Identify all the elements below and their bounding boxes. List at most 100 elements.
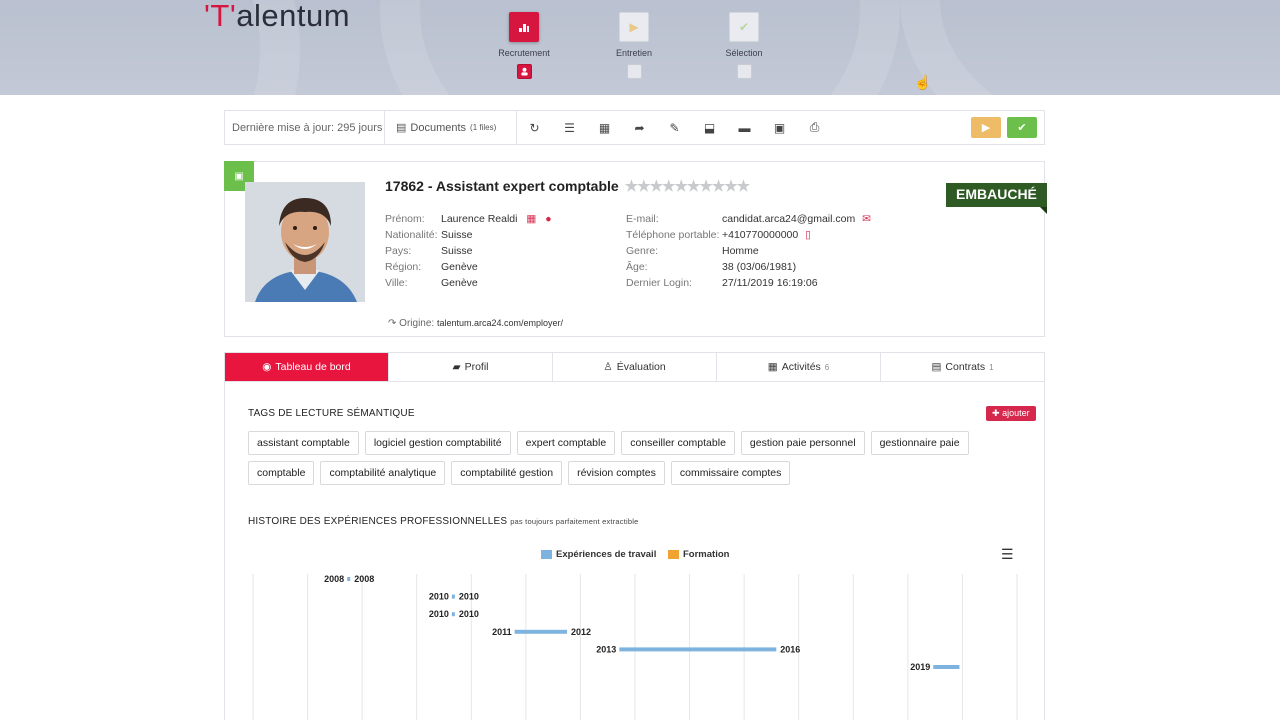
- inbox-icon[interactable]: ⬓: [692, 111, 727, 144]
- tab-label: Activités: [781, 361, 821, 373]
- origin-value[interactable]: talentum.arca24.com/employer/: [437, 318, 563, 328]
- bar-end-label: 2010: [459, 592, 479, 602]
- profile-tabs: ◉ Tableau de bord ▰ Profil ♙ Évaluation ▦ Ac…: [224, 352, 1045, 382]
- pencil-icon[interactable]: ✎: [657, 111, 692, 144]
- award-icon: ♙: [603, 361, 613, 373]
- timeline-bar[interactable]: [347, 577, 351, 581]
- origin-line: ↷ Origine: talentum.arca24.com/employer/: [388, 318, 563, 329]
- timeline-bar[interactable]: [451, 594, 455, 599]
- tag-chip[interactable]: gestion paie personnel: [740, 431, 865, 455]
- talentum-logo[interactable]: 'T'alentum: [204, 0, 350, 34]
- calendar-icon[interactable]: ▦: [526, 213, 536, 225]
- tags-section-title: TAGS DE LECTURE SÉMANTIQUE: [248, 408, 415, 419]
- history-title: HISTOIRE DES EXPÉRIENCES PROFESSIONNELLE…: [248, 516, 508, 527]
- field-region: Région: Genève: [385, 261, 478, 273]
- tag-chip[interactable]: expert comptable: [516, 431, 616, 455]
- bar-end-label: 2016: [780, 644, 800, 654]
- mobile-icon[interactable]: ▯: [805, 229, 811, 241]
- field-value[interactable]: candidat.arca24@gmail.com: [722, 213, 855, 225]
- field-telephone: Téléphone portable: +410770000000 ▯: [626, 229, 811, 241]
- field-key: Pays:: [385, 245, 412, 257]
- field-value: 38 (03/06/1981): [722, 261, 797, 273]
- stage-checkbox[interactable]: [736, 64, 752, 79]
- play-icon: ▶: [619, 12, 649, 42]
- tag-chip[interactable]: assistant comptable: [248, 431, 359, 455]
- mail-icon[interactable]: ✉: [862, 213, 871, 225]
- share-icon[interactable]: ➦: [622, 111, 657, 144]
- field-value: +410770000000: [722, 229, 799, 241]
- field-key: Nationalité:: [385, 229, 438, 241]
- legend-item-work[interactable]: Expériences de travail: [541, 549, 656, 560]
- field-value: Laurence Realdi: [441, 213, 518, 225]
- stage-label: Sélection: [725, 48, 763, 58]
- tab-count: 1: [989, 362, 994, 372]
- tag-chip[interactable]: logiciel gestion comptabilité: [364, 431, 511, 455]
- tab-contrats[interactable]: ▤ Contrats 1: [881, 353, 1044, 381]
- add-tag-button[interactable]: ✚ ajouter: [986, 406, 1036, 421]
- newspaper-icon[interactable]: ▦: [587, 111, 622, 144]
- dashboard-icon: ◉: [262, 361, 272, 373]
- calendar-icon: ▦: [767, 361, 778, 373]
- stage-label: Entretien: [615, 48, 653, 58]
- experience-timeline-chart: 2008 2008 2010 2010 2010 2010 2011 2012 2013 2016…: [252, 574, 1018, 720]
- archive-icon[interactable]: ▬: [727, 111, 762, 144]
- rating-stars[interactable]: ★★★★★★★★★★: [625, 177, 750, 195]
- stage-selection[interactable]: ✔ Sélection: [694, 12, 794, 79]
- tag-chip[interactable]: révision comptes: [568, 461, 665, 485]
- tag-chip[interactable]: commissaire comptes: [670, 461, 791, 485]
- timeline-bar[interactable]: [514, 629, 567, 634]
- documents-button[interactable]: ▤ Documents (1 files): [385, 111, 517, 144]
- tags-list: assistant comptable logiciel gestion comp…: [248, 431, 1008, 485]
- logo-text: alentum: [236, 0, 351, 33]
- field-key: Ville:: [385, 277, 408, 289]
- arrow-icon: ↷: [388, 318, 397, 329]
- bar-start-label: 2019: [910, 662, 930, 672]
- next-stage-button[interactable]: ▶: [971, 117, 1001, 138]
- chart-menu-icon[interactable]: ☰: [1001, 546, 1014, 563]
- job-title: 17862 - Assistant expert comptable: [385, 178, 619, 194]
- tag-chip[interactable]: conseiller comptable: [621, 431, 735, 455]
- id-card-icon[interactable]: ▣: [762, 111, 797, 144]
- stage-checkbox[interactable]: [516, 64, 532, 79]
- field-nationalite: Nationalité: Suisse: [385, 229, 473, 241]
- tab-profil[interactable]: ▰ Profil: [389, 353, 553, 381]
- stage-recrutement[interactable]: Recrutement: [474, 12, 574, 79]
- stage-checkbox[interactable]: [626, 64, 642, 79]
- candidate-card: ▣ 17862 - Assistant expert comptable ★★★…: [224, 161, 1047, 337]
- tag-chip[interactable]: comptabilité gestion: [451, 461, 563, 485]
- tab-activites[interactable]: ▦ Activités 6: [717, 353, 881, 381]
- tab-label: Profil: [464, 361, 489, 373]
- hand-cursor-icon: ☝: [914, 74, 932, 90]
- legend-label: Expériences de travail: [556, 549, 657, 560]
- tag-chip[interactable]: comptabilité analytique: [320, 461, 446, 485]
- tab-tableau-de-bord[interactable]: ◉ Tableau de bord: [225, 353, 389, 381]
- timeline-bar[interactable]: [619, 647, 777, 652]
- bar-start-label: 2011: [492, 627, 512, 637]
- legend-swatch: [668, 550, 679, 559]
- field-value: Homme: [722, 245, 759, 257]
- legend-item-formation[interactable]: Formation: [668, 549, 729, 560]
- tab-evaluation[interactable]: ♙ Évaluation: [553, 353, 717, 381]
- bar-end-label: 2010: [459, 609, 479, 619]
- chat-icon[interactable]: ●: [545, 213, 551, 225]
- tag-chip[interactable]: gestionnaire paie: [870, 431, 969, 455]
- check-icon: ✔: [729, 12, 759, 42]
- bar-start-label: 2010: [429, 592, 449, 602]
- add-tag-label: ajouter: [1002, 408, 1030, 418]
- field-ville: Ville: Genève: [385, 277, 478, 289]
- play-icon: ▶: [981, 122, 991, 134]
- bar-start-label: 2010: [429, 609, 449, 619]
- refresh-icon[interactable]: ↻: [517, 111, 552, 144]
- timeline-bar[interactable]: [451, 612, 455, 617]
- validate-button[interactable]: ✔: [1007, 117, 1037, 138]
- stage-entretien[interactable]: ▶ Entretien: [584, 12, 684, 79]
- timeline-bar[interactable]: [933, 665, 960, 669]
- tag-chip[interactable]: comptable: [248, 461, 315, 485]
- field-key: Prénom:: [385, 213, 425, 225]
- field-prenom: Prénom: Laurence Realdi ▦ ●: [385, 213, 552, 225]
- dashboard-panel: TAGS DE LECTURE SÉMANTIQUE ✚ ajouter ass…: [224, 381, 1045, 720]
- list-icon[interactable]: ☰: [552, 111, 587, 144]
- print-icon[interactable]: ⎙: [797, 111, 832, 144]
- bar-end-label: 2012: [571, 627, 591, 637]
- status-badge: EMBAUCHÉ: [946, 183, 1047, 214]
